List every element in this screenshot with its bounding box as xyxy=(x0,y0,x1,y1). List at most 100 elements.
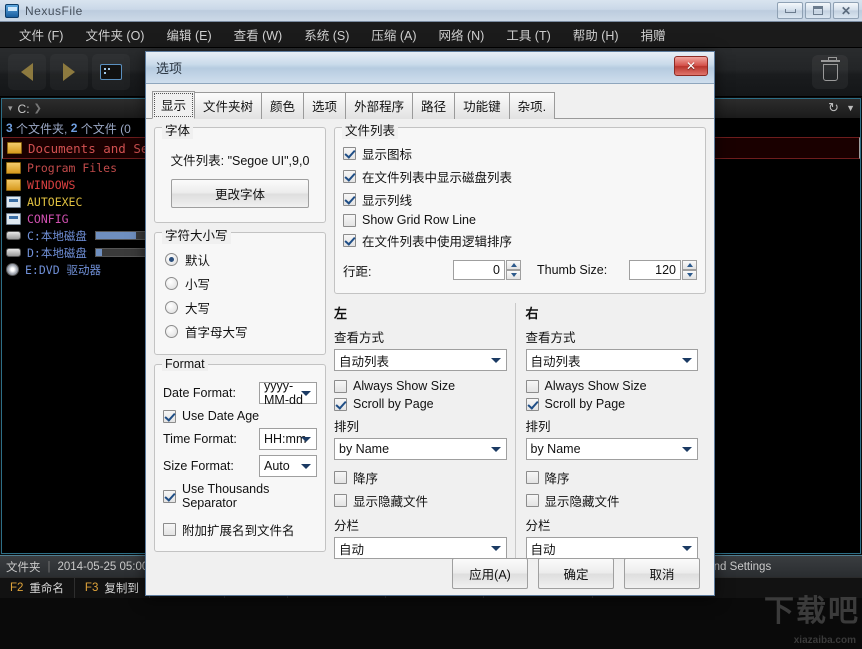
left-view-label: 查看方式 xyxy=(334,327,507,346)
forward-arrow-icon xyxy=(63,63,75,81)
left-scroll-by-page-checkbox[interactable]: Scroll by Page xyxy=(334,397,507,411)
left-sort-label: 排列 xyxy=(334,416,507,435)
apply-button[interactable]: 应用(A) xyxy=(452,558,528,589)
right-always-show-size-checkbox[interactable]: Always Show Size xyxy=(526,379,699,393)
radio-icon xyxy=(165,253,178,266)
checkbox-label: Use Thousands Separator xyxy=(182,482,317,510)
folder-icon xyxy=(7,142,22,154)
menu-edit[interactable]: 编辑 (E) xyxy=(155,22,222,47)
menu-donate[interactable]: 捐赠 xyxy=(630,22,677,47)
tab-external-programs[interactable]: 外部程序 xyxy=(345,92,413,119)
folder-icon xyxy=(6,162,21,174)
checkbox-label: Always Show Size xyxy=(545,379,647,393)
row-spacing-label: 行距: xyxy=(343,261,453,280)
left-view-value: 自动列表 xyxy=(339,351,389,370)
logical-sort-checkbox[interactable]: 在文件列表中使用逻辑排序 xyxy=(343,231,697,250)
ok-button[interactable]: 确定 xyxy=(538,558,614,589)
back-button[interactable] xyxy=(8,54,46,90)
append-extension-checkbox[interactable]: 附加扩展名到文件名 xyxy=(163,520,317,539)
thumb-size-input[interactable]: 120 xyxy=(629,260,681,280)
menu-network[interactable]: 网络 (N) xyxy=(428,22,496,47)
back-arrow-icon xyxy=(21,63,33,81)
cancel-button[interactable]: 取消 xyxy=(624,558,700,589)
chevron-down-icon[interactable]: ▼ xyxy=(846,103,855,113)
fnkey-f3[interactable]: F3复制到 xyxy=(75,578,150,598)
menu-file[interactable]: 文件 (F) xyxy=(8,22,74,47)
show-column-lines-checkbox[interactable]: 显示列线 xyxy=(343,190,697,209)
right-sort-select[interactable]: by Name xyxy=(526,438,699,460)
dialog-tabs: 显示 文件夹树 颜色 选项 外部程序 路径 功能键 杂项. xyxy=(146,84,714,119)
show-drives-in-filelist-checkbox[interactable]: 在文件列表中显示磁盘列表 xyxy=(343,167,697,186)
thumb-size-stepper[interactable] xyxy=(682,260,697,280)
left-descending-checkbox[interactable]: 降序 xyxy=(334,468,507,487)
checkbox-icon xyxy=(163,523,176,536)
menu-compress[interactable]: 压缩 (A) xyxy=(360,22,427,47)
tab-colors[interactable]: 颜色 xyxy=(261,92,304,119)
right-view-select[interactable]: 自动列表 xyxy=(526,349,699,371)
radio-case-upper[interactable]: 大写 xyxy=(165,298,317,317)
change-font-button[interactable]: 更改字体 xyxy=(171,179,309,208)
checkbox-label: 附加扩展名到文件名 xyxy=(182,520,295,539)
fnkey-f2[interactable]: F2重命名 xyxy=(0,578,75,598)
row-spacing-input[interactable]: 0 xyxy=(453,260,505,280)
time-format-select[interactable]: HH:mm xyxy=(259,428,317,450)
breadcrumb-arrow-icon: ❯ xyxy=(34,103,42,114)
radio-case-lower[interactable]: 小写 xyxy=(165,274,317,293)
menu-system[interactable]: 系统 (S) xyxy=(293,22,360,47)
show-grid-row-line-checkbox[interactable]: Show Grid Row Line xyxy=(343,213,697,227)
menu-folder[interactable]: 文件夹 (O) xyxy=(74,22,155,47)
stepper-down[interactable] xyxy=(682,270,697,280)
show-icons-checkbox[interactable]: 显示图标 xyxy=(343,144,697,163)
tab-function-keys[interactable]: 功能键 xyxy=(454,92,510,119)
row-spacing-stepper[interactable] xyxy=(506,260,521,280)
refresh-icon[interactable]: ↻ xyxy=(828,100,839,116)
date-format-select[interactable]: yyyy-MM-dd xyxy=(259,382,317,404)
dialog-left-column: 字体 文件列表: "Segoe UI",9,0 更改字体 字符大小写 默认 小写 xyxy=(154,127,326,571)
chevron-down-icon[interactable]: ▾ xyxy=(8,103,13,114)
radio-case-titlecase[interactable]: 首字母大写 xyxy=(165,322,317,341)
size-format-label: Size Format: xyxy=(163,459,259,473)
forward-button[interactable] xyxy=(50,54,88,90)
tab-misc[interactable]: 杂项. xyxy=(509,92,555,119)
apply-label: 应用(A) xyxy=(469,568,511,582)
file-name: C:本地磁盘 xyxy=(27,228,87,244)
radio-case-default[interactable]: 默认 xyxy=(165,250,317,269)
left-sort-select[interactable]: by Name xyxy=(334,438,507,460)
stepper-down[interactable] xyxy=(506,270,521,280)
checkbox-label: 显示列线 xyxy=(362,190,412,209)
minimize-button[interactable] xyxy=(777,2,803,19)
left-show-hidden-checkbox[interactable]: 显示隐藏文件 xyxy=(334,491,507,510)
menu-view[interactable]: 查看 (W) xyxy=(223,22,294,47)
size-format-select[interactable]: Auto xyxy=(259,455,317,477)
dialog-close-button[interactable]: ✕ xyxy=(674,56,708,76)
dialog-titlebar: 选项 ✕ xyxy=(146,52,714,84)
terminal-button[interactable] xyxy=(92,54,130,90)
right-descending-checkbox[interactable]: 降序 xyxy=(526,468,699,487)
maximize-button[interactable] xyxy=(805,2,831,19)
stepper-up[interactable] xyxy=(682,260,697,270)
window-titlebar: NexusFile ✕ xyxy=(0,0,862,22)
dialog-body: 字体 文件列表: "Segoe UI",9,0 更改字体 字符大小写 默认 小写 xyxy=(146,119,714,579)
watermark-text: 下载吧 xyxy=(764,597,860,627)
right-view-label: 查看方式 xyxy=(526,327,699,346)
right-scroll-by-page-checkbox[interactable]: Scroll by Page xyxy=(526,397,699,411)
tab-options[interactable]: 选项 xyxy=(303,92,346,119)
trash-button[interactable] xyxy=(812,55,848,89)
use-thousands-separator-checkbox[interactable]: Use Thousands Separator xyxy=(163,482,317,510)
disk-icon xyxy=(6,231,21,240)
left-always-show-size-checkbox[interactable]: Always Show Size xyxy=(334,379,507,393)
right-show-hidden-checkbox[interactable]: 显示隐藏文件 xyxy=(526,491,699,510)
close-button[interactable]: ✕ xyxy=(833,2,859,19)
tab-display[interactable]: 显示 xyxy=(152,91,195,119)
watermark: 下载吧 xiazaiba.com xyxy=(720,597,860,649)
left-view-select[interactable]: 自动列表 xyxy=(334,349,507,371)
use-date-age-checkbox[interactable]: Use Date Age xyxy=(163,409,317,423)
menu-tools[interactable]: 工具 (T) xyxy=(495,22,561,47)
stepper-up[interactable] xyxy=(506,260,521,270)
font-filelist-line: 文件列表: "Segoe UI",9,0 xyxy=(163,150,317,169)
tab-folder-tree[interactable]: 文件夹树 xyxy=(194,92,262,119)
tab-paths[interactable]: 路径 xyxy=(412,92,455,119)
menu-help[interactable]: 帮助 (H) xyxy=(562,22,630,47)
checkbox-label: Scroll by Page xyxy=(545,397,626,411)
file-name: CONFIG xyxy=(27,212,69,226)
